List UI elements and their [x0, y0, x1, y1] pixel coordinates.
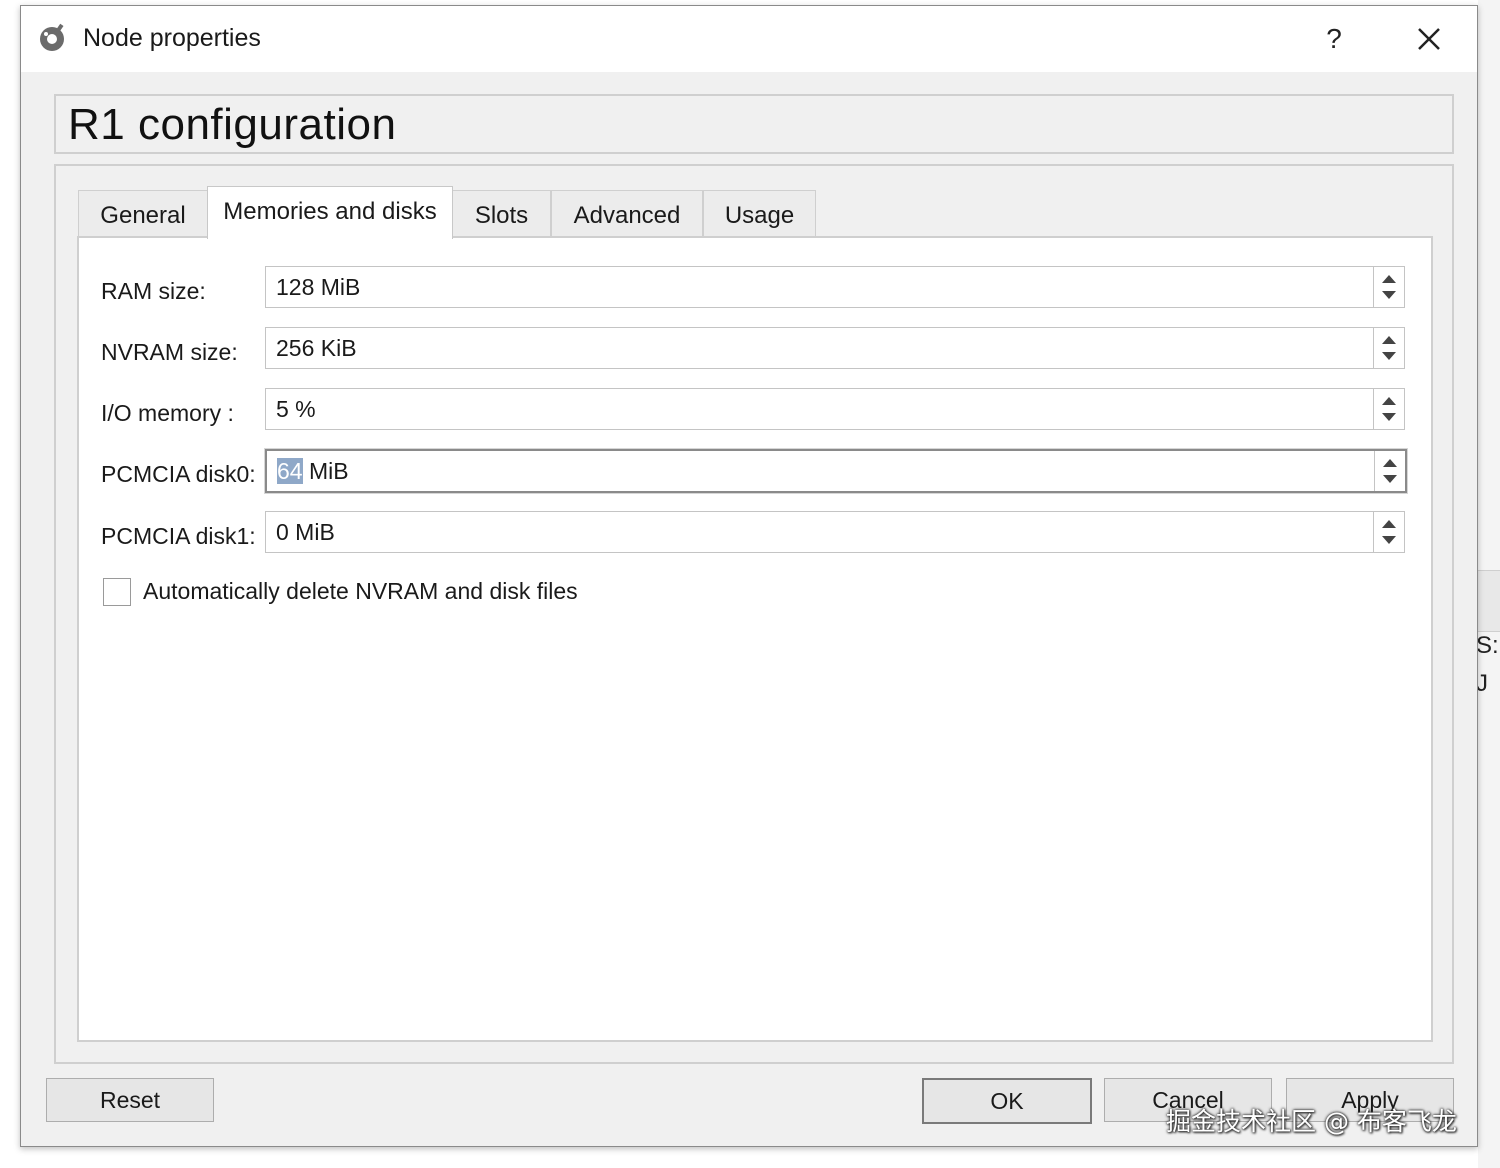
pcmcia-disk1-stepper[interactable] — [1373, 512, 1404, 552]
pcmcia-disk0-spinbox[interactable]: 64 MiB — [265, 449, 1407, 493]
pcmcia-disk1-label: PCMCIA disk1: — [101, 523, 256, 549]
pcmcia-disk0-value[interactable]: 64 MiB — [277, 458, 349, 485]
arrow-down-icon[interactable] — [1382, 352, 1396, 360]
background-text-1: S: — [1476, 632, 1499, 659]
page-title: R1 configuration — [68, 100, 397, 149]
pcmcia-disk0-stepper[interactable] — [1374, 451, 1405, 491]
nvram-size-stepper[interactable] — [1373, 328, 1404, 368]
arrow-up-icon[interactable] — [1382, 397, 1396, 405]
tab-advanced[interactable]: Advanced — [551, 190, 703, 237]
ram-size-spinbox[interactable]: 128 MiB — [265, 266, 1405, 308]
nvram-size-value[interactable]: 256 KiB — [276, 335, 357, 362]
window-title: Node properties — [83, 24, 261, 52]
tab-usage[interactable]: Usage — [703, 190, 816, 237]
tab-slots[interactable]: Slots — [452, 190, 551, 237]
gns3-app-icon — [40, 23, 64, 51]
selected-text: 64 — [277, 458, 303, 484]
ok-button[interactable]: OK — [922, 1078, 1092, 1124]
arrow-down-icon[interactable] — [1382, 291, 1396, 299]
tab-memories-and-disks[interactable]: Memories and disks — [207, 186, 453, 239]
node-properties-dialog: Node properties ? R1 configuration Gener… — [20, 5, 1478, 1147]
io-memory-value[interactable]: 5 % — [276, 396, 316, 423]
auto-delete-label[interactable]: Automatically delete NVRAM and disk file… — [143, 578, 578, 605]
pcmcia-disk1-spinbox[interactable]: 0 MiB — [265, 511, 1405, 553]
ram-size-stepper[interactable] — [1373, 267, 1404, 307]
unit-text: MiB — [302, 458, 349, 484]
auto-delete-checkbox[interactable] — [103, 578, 131, 606]
io-memory-stepper[interactable] — [1373, 389, 1404, 429]
arrow-up-icon[interactable] — [1382, 336, 1396, 344]
reset-button[interactable]: Reset — [46, 1078, 214, 1122]
tab-general[interactable]: General — [78, 190, 208, 237]
help-button[interactable]: ? — [1311, 16, 1357, 62]
nvram-size-spinbox[interactable]: 256 KiB — [265, 327, 1405, 369]
pcmcia-disk0-label: PCMCIA disk0: — [101, 461, 256, 487]
ram-size-label: RAM size: — [101, 278, 206, 304]
arrow-up-icon[interactable] — [1382, 275, 1396, 283]
io-memory-spinbox[interactable]: 5 % — [265, 388, 1405, 430]
title-bar[interactable]: Node properties ? — [21, 6, 1477, 72]
arrow-down-icon[interactable] — [1383, 475, 1397, 483]
pcmcia-disk1-value[interactable]: 0 MiB — [276, 519, 335, 546]
arrow-up-icon[interactable] — [1383, 459, 1397, 467]
io-memory-label: I/O memory : — [101, 400, 234, 426]
ram-size-value[interactable]: 128 MiB — [276, 274, 360, 301]
configuration-header: R1 configuration — [54, 94, 1454, 154]
arrow-down-icon[interactable] — [1382, 536, 1396, 544]
arrow-down-icon[interactable] — [1382, 413, 1396, 421]
close-icon[interactable] — [1403, 16, 1455, 62]
watermark: 掘金技术社区 @ 布客飞龙 — [1166, 1107, 1457, 1136]
memories-and-disks-page: RAM size: 128 MiB NVRAM size: 256 KiB I/… — [77, 236, 1433, 1042]
arrow-up-icon[interactable] — [1382, 520, 1396, 528]
nvram-size-label: NVRAM size: — [101, 339, 238, 365]
background-strip — [1478, 570, 1500, 632]
